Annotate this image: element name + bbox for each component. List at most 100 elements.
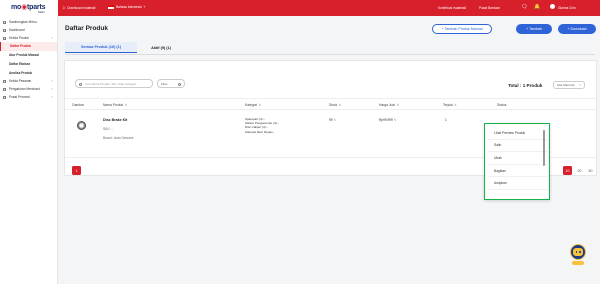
sidebar-item-sambungkan-menu[interactable]: Sambungkan Menu	[0, 18, 57, 26]
download-app-label: Download moatmail	[67, 5, 96, 10]
dashboard-icon	[3, 28, 6, 32]
menu-item-preview[interactable]: Lihat Preview Produk	[488, 127, 548, 140]
help-assistant-icon[interactable]	[568, 244, 588, 266]
header-terjual[interactable]: Terjual ⇅	[443, 103, 457, 107]
sidebar-subitem-analisa-produk[interactable]: Analisa Produk	[0, 68, 57, 77]
sort-label: Atur Menurut	[557, 83, 575, 87]
download-app-link[interactable]: ⇩ Download moatmail	[62, 5, 95, 10]
sidebar-item-pengaturan-merchant[interactable]: Pengaturan Merchant ˅	[0, 85, 57, 93]
sidebar-item-label: Pusat Promosi	[9, 95, 30, 100]
sidebar-item-label: Kelola Produk	[9, 36, 29, 40]
chevron-up-icon: ˄	[51, 36, 53, 40]
chevron-down-icon: ˅	[51, 95, 53, 100]
product-sku: SKU : -	[103, 127, 114, 131]
sidebar-item-kelola-pesanan[interactable]: Kelola Pesanan ˅	[0, 77, 57, 85]
edit-icon[interactable]: ✎	[394, 118, 397, 122]
order-icon	[3, 79, 6, 83]
sort-icon: ⇅	[454, 103, 457, 107]
chat-icon[interactable]: 🗨	[521, 4, 527, 10]
sidebar-subitem-atur-produk-massal[interactable]: Atur Produk Massal	[0, 51, 57, 60]
sidebar-item-label: Pengaturan Merchant	[9, 87, 40, 92]
promo-icon	[3, 95, 6, 99]
page-1-button[interactable]: 1	[72, 166, 81, 175]
product-stock: 99 ✎	[329, 118, 336, 122]
sidebar-subitem-daftar-etalase[interactable]: Daftar Etalase	[0, 60, 57, 69]
menu-item-arsipkan[interactable]: Arsipkan	[488, 177, 548, 190]
tab-semua-produk[interactable]: Semua Produk (16) (1)	[65, 42, 137, 53]
product-name[interactable]: Disc Brake Kit	[103, 118, 133, 122]
product-info: Disc Brake Kit SKU : - Brand : Auto Genu…	[103, 118, 133, 140]
brand-logo-sub: Seller	[38, 10, 45, 14]
assistant-eye	[575, 251, 578, 253]
menu-item-ubah[interactable]: Ubah	[488, 152, 548, 165]
edit-icon[interactable]: ✎	[333, 118, 336, 122]
tab-aktif[interactable]: Aktif (9) (1)	[145, 42, 177, 53]
add-manual-product-button[interactable]: + Tambah Produk Manual	[432, 24, 492, 34]
sort-select[interactable]: Atur Menurut ˅	[553, 81, 585, 89]
sidebar-item-pusat-promosi[interactable]: Pusat Promosi ˅	[0, 93, 57, 101]
chevron-down-icon: ˅	[579, 83, 581, 87]
header-gambar: Gambar	[72, 103, 84, 107]
sidebar-item-kelola-produk[interactable]: Kelola Produk ˄	[0, 34, 57, 42]
search-icon	[79, 82, 82, 86]
page-title: Daftar Produk	[65, 25, 108, 32]
aksi-dropdown-menu-highlight: Lihat Preview Produk Salin Ubah Bagikan …	[484, 123, 550, 200]
filter-icon	[177, 82, 181, 86]
bell-icon[interactable]: 🔔	[534, 4, 540, 10]
kontribusi-link[interactable]: Kontribusi moatmail	[438, 6, 466, 10]
price-value: Rp99.999	[379, 118, 393, 122]
header-nama-produk[interactable]: Nama Produk ⇅	[103, 103, 127, 107]
product-categories: Sparepart (4) › Sistem Pengereman (4) › …	[245, 117, 279, 134]
category-level-4: Kampas Rem Depan...	[245, 129, 276, 134]
total-products: Total : 1 Produk	[508, 83, 543, 88]
menu-scrollbar[interactable]	[543, 130, 545, 166]
filter-select[interactable]: Filter	[157, 79, 185, 88]
product-price: Rp99.999 ✎	[379, 118, 396, 122]
table-header: Gambar Nama Produk ⇅ Kategori ⇅ Stock ⇅ Har…	[65, 98, 596, 110]
gear-icon	[3, 87, 6, 91]
sort-icon: ⇅	[396, 103, 399, 107]
aksi-menu: Lihat Preview Produk Salin Ubah Bagikan …	[488, 127, 548, 197]
sidebar-item-dashboard[interactable]: Dashboard	[0, 26, 57, 34]
box-icon	[3, 36, 6, 40]
page-size-10[interactable]: 10	[563, 166, 572, 175]
product-brand: Brand : Auto Genuine	[103, 136, 134, 140]
link-icon	[3, 20, 6, 24]
header-stock[interactable]: Stock ⇅	[329, 103, 341, 107]
sidebar-item-label: Kelola Pesanan	[9, 79, 32, 84]
sort-icon: ⇅	[258, 103, 262, 107]
page-size-20[interactable]: 20	[575, 166, 584, 175]
header-harga-jual[interactable]: Harga Jual ⇅	[379, 103, 399, 107]
chevron-down-icon: ˅	[51, 79, 53, 84]
menu-item-salin[interactable]: Salin	[488, 140, 548, 153]
stock-value: 99	[329, 118, 333, 122]
avatar[interactable]	[550, 4, 555, 9]
account-name[interactable]: Gianna Chin	[558, 6, 576, 10]
assistant-eye	[579, 251, 581, 253]
language-label: Bahasa Indonesia	[116, 5, 142, 9]
menu-item-bagikan[interactable]: Bagikan	[488, 165, 548, 178]
chevron-down-icon: ˅	[51, 87, 53, 92]
sidebar-subitem-daftar-produk[interactable]: Daftar Produk	[0, 42, 57, 51]
sort-icon: ⇅	[338, 103, 342, 107]
top-bar: ⇩ Download moatmail Bahasa Indonesia ˅ K…	[0, 0, 600, 16]
product-sold: 1	[445, 118, 447, 122]
assistant-face	[573, 248, 583, 256]
chevron-down-icon: ˅	[143, 5, 146, 9]
search-input[interactable]: Cari Nama Produk, SKU atau Ketegori	[75, 79, 153, 88]
product-tabs: Semua Produk (16) (1) Aktif (9) (1)	[65, 40, 595, 55]
sidebar-item-label: Sambungkan Menu	[9, 20, 37, 24]
language-selector[interactable]: Bahasa Indonesia ˅	[108, 5, 145, 9]
indonesia-flag-icon	[108, 5, 114, 9]
sidebar: Sambungkan Menu Dashboard Kelola Produk …	[0, 16, 58, 284]
assistant-base	[572, 261, 584, 265]
page-size-50[interactable]: 50	[586, 166, 595, 175]
product-thumbnail[interactable]	[77, 121, 86, 130]
add-button[interactable]: + Tambah	[516, 24, 552, 34]
download-icon: ⇩	[62, 5, 66, 10]
brand-logo[interactable]: mo◉tparts Seller	[0, 0, 58, 16]
header-kategori[interactable]: Kategori ⇅	[245, 103, 261, 107]
download-button[interactable]: + Download	[558, 24, 596, 34]
help-center-link[interactable]: Pusat Bantuan	[479, 6, 500, 10]
filter-label: Filter	[161, 81, 168, 86]
